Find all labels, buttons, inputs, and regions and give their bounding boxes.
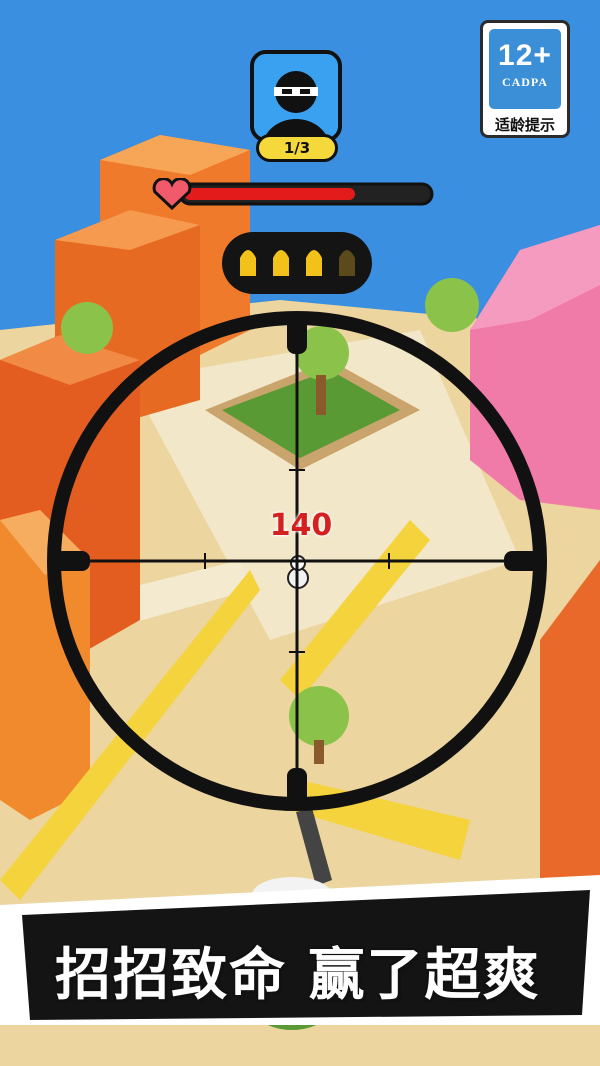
bullet-icon <box>240 250 256 276</box>
health-bar <box>152 178 434 210</box>
ammo-bullets <box>240 250 355 276</box>
health-fill <box>184 188 355 200</box>
age-rating-box: 12+ CADPA <box>489 29 561 109</box>
age-rating-badge: 12+ CADPA 适龄提示 <box>480 20 570 138</box>
bullet-icon <box>273 250 289 276</box>
bullet-icon <box>339 250 355 276</box>
target-counter: 1/3 <box>256 134 338 162</box>
bullet-icon <box>306 250 322 276</box>
game-screen[interactable]: 1/3 12+ CADPA 适龄提示 140 招招致命 赢了超爽 <box>0 0 600 1066</box>
age-rating-org: CADPA <box>501 75 549 89</box>
slogan-text: 招招致命 赢了超爽 <box>55 943 541 1008</box>
ammo-counter <box>222 232 372 294</box>
score-popup: 140 <box>269 508 333 543</box>
age-rating-caption: 适龄提示 <box>494 116 555 134</box>
target-portrait <box>250 50 342 142</box>
age-rating-text: 12+ <box>498 39 552 72</box>
masked-thief-icon <box>254 54 338 138</box>
